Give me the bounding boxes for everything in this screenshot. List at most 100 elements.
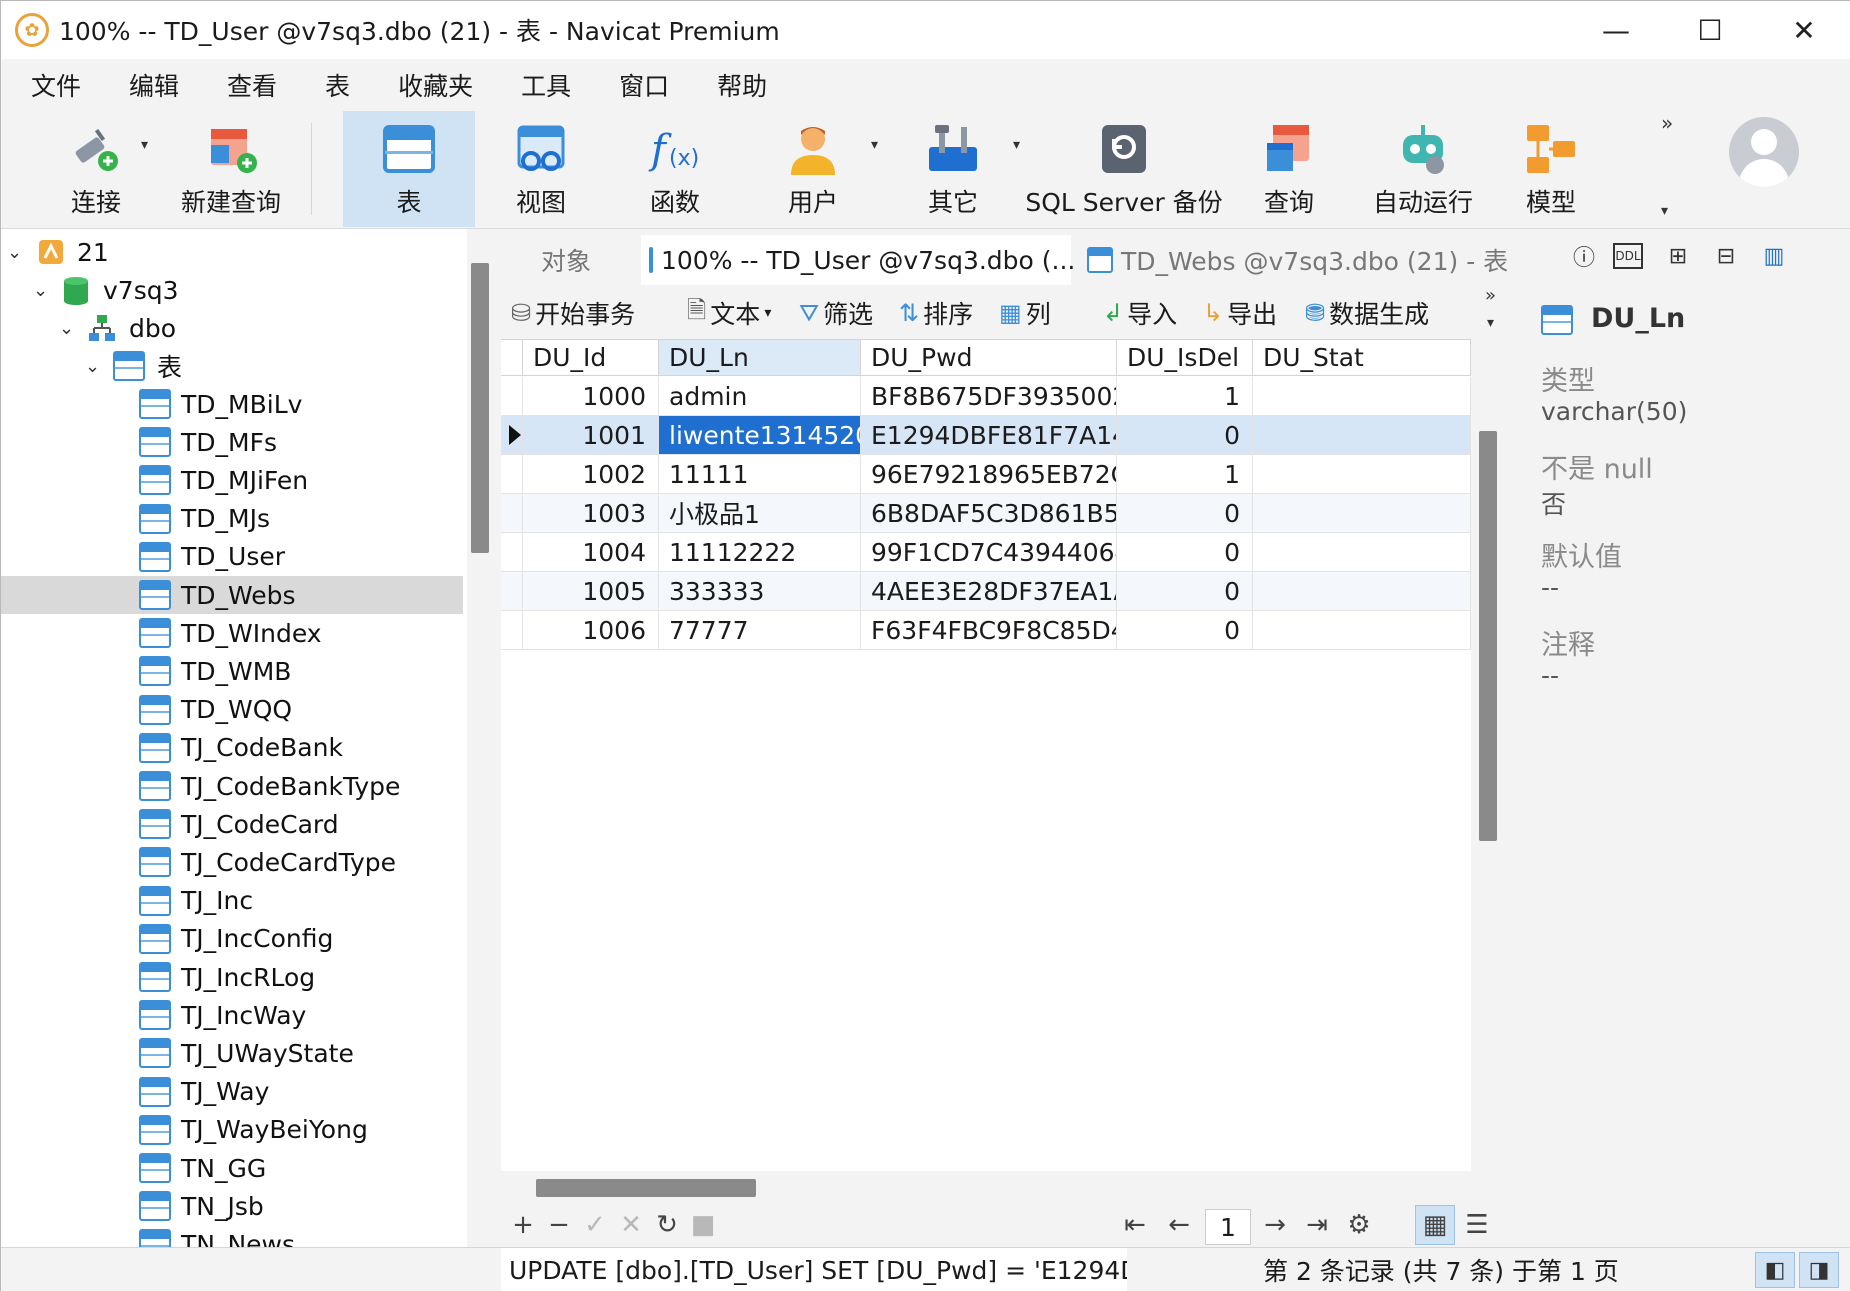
menu-file[interactable]: 文件 [13,67,99,103]
cancel-icon[interactable]: ✕ [613,1207,649,1243]
tree-table-item[interactable]: TN_News [1,1225,463,1247]
tree-table-item[interactable]: TD_MJiFen [1,461,463,499]
column-header[interactable]: DU_Stat [1253,340,1471,376]
table-cell[interactable]: 6B8DAF5C3D861B5A64D [861,494,1117,532]
row-selector[interactable] [501,377,523,415]
view-button[interactable]: 视图 [485,111,597,227]
tree-table-item[interactable]: TJ_CodeBank [1,729,463,767]
tree-table-item[interactable]: TN_GG [1,1149,463,1187]
field-info-icon[interactable]: ▥ [1757,239,1791,273]
table-cell[interactable]: 333333 [659,572,861,610]
table-cell[interactable]: 11112222 [659,533,861,571]
table-cell[interactable] [1253,377,1471,415]
tree-table-item[interactable]: TJ_Way [1,1073,463,1111]
menu-favorites[interactable]: 收藏夹 [380,67,491,103]
grid-vertical-scrollbar[interactable] [1479,431,1497,841]
table-cell[interactable]: BF8B675DF39350022187 [861,377,1117,415]
data-generation-button[interactable]: ⛃ 数据生成 [1305,295,1429,331]
chevron-down-icon[interactable]: ⌄ [85,356,100,377]
user-button[interactable]: 用户 ▾ [753,111,878,227]
tree-database[interactable]: ⌄ v7sq3 [1,271,463,309]
dependency-icon[interactable]: ⊟ [1709,239,1743,273]
connect-button[interactable]: 连接 ▾ [31,111,161,227]
query-button[interactable]: 查询 [1237,111,1341,227]
tree-table-item[interactable]: TJ_WayBeiYong [1,1111,463,1149]
tree-table-item[interactable]: TD_WIndex [1,614,463,652]
chevron-down-icon[interactable]: ▾ [764,305,771,321]
info-icon[interactable]: ⓘ [1567,239,1601,273]
table-cell[interactable]: 1004 [523,533,659,571]
table-cell[interactable] [1253,572,1471,610]
table-cell[interactable]: 1003 [523,494,659,532]
add-record-icon[interactable]: + [505,1207,541,1243]
stop-icon[interactable]: ■ [685,1207,721,1243]
table-cell[interactable]: admin [659,377,861,415]
page-number-field[interactable]: 1 [1205,1209,1251,1245]
prev-page-icon[interactable]: ← [1161,1207,1197,1243]
table-cell[interactable]: 1002 [523,455,659,493]
minimize-icon[interactable]: — [1569,1,1663,59]
table-button[interactable]: 表 [343,111,475,227]
column-header[interactable]: DU_Pwd [861,340,1117,376]
tree-table-item[interactable]: TD_MBiLv [1,385,463,423]
menu-edit[interactable]: 编辑 [111,67,197,103]
table-cell[interactable]: liwente1314520 [659,416,861,454]
grid-horizontal-scrollbar[interactable] [536,1179,756,1197]
tree-table-item[interactable]: TJ_IncWay [1,996,463,1034]
tree-table-item[interactable]: TN_Jsb [1,1187,463,1225]
auto-run-button[interactable]: 自动运行 [1363,111,1483,227]
tree-table-item[interactable]: TJ_IncConfig [1,920,463,958]
table-cell[interactable]: 96E79218965EB72C92A5 [861,455,1117,493]
tab-td-user[interactable]: 100% -- TD_User @v7sq3.dbo (... [641,235,1075,285]
table-cell[interactable] [1253,611,1471,649]
new-query-button[interactable]: 新建查询 [156,111,306,227]
avatar[interactable] [1729,117,1799,187]
ddl-icon[interactable]: DDL [1613,243,1643,269]
row-selector[interactable] [501,416,523,454]
sort-button[interactable]: ⇅ 排序 [899,295,973,331]
table-cell[interactable]: 0 [1117,416,1253,454]
table-cell[interactable]: 1 [1117,377,1253,415]
menu-help[interactable]: 帮助 [699,67,785,103]
table-cell[interactable]: 1000 [523,377,659,415]
grid-view-icon[interactable]: ▦ [1415,1205,1455,1245]
import-button[interactable]: ↲ 导入 [1103,295,1177,331]
tree-table-item[interactable]: TD_WMB [1,652,463,690]
other-button[interactable]: 其它 ▾ [897,111,1020,227]
table-row[interactable]: 100677777F63F4FBC9F8C85D409F20 [501,611,1471,650]
delete-record-icon[interactable]: − [541,1207,577,1243]
tab-td-webs[interactable]: TD_Webs @v7sq3.dbo (21) - 表 [1079,235,1509,285]
table-row[interactable]: 1003小极品16B8DAF5C3D861B5A64D0 [501,494,1471,533]
tab-objects[interactable]: 对象 [541,235,651,285]
table-cell[interactable]: 1006 [523,611,659,649]
chevron-down-icon[interactable]: ▾ [1013,137,1020,153]
tree-table-item[interactable]: TJ_CodeCardType [1,843,463,881]
close-icon[interactable]: ✕ [1757,1,1850,59]
table-cell[interactable]: 77777 [659,611,861,649]
row-selector[interactable] [501,533,523,571]
table-cell[interactable]: 0 [1117,611,1253,649]
tree-table-item[interactable]: TD_MFs [1,423,463,461]
tree-table-item[interactable]: TJ_CodeBankType [1,767,463,805]
table-cell[interactable]: 小极品1 [659,494,861,532]
table-cell[interactable] [1253,455,1471,493]
tree-tables-folder[interactable]: ⌄ 表 [1,347,463,385]
tree-table-item[interactable]: TJ_CodeCard [1,805,463,843]
last-page-icon[interactable]: ⇥ [1299,1207,1335,1243]
text-button[interactable]: 🗎 文本 ▾ [687,295,771,331]
table-row[interactable]: 10021111196E79218965EB72C92A51 [501,455,1471,494]
first-page-icon[interactable]: ⇤ [1117,1207,1153,1243]
chevron-down-icon[interactable]: ▾ [1487,315,1494,331]
row-selector[interactable] [501,572,523,610]
table-cell[interactable]: E1294DBFE81F7A141DDI [861,416,1117,454]
table-row[interactable]: 10053333334AEE3E28DF37EA1AF64E0 [501,572,1471,611]
menu-table[interactable]: 表 [307,67,368,103]
table-cell[interactable] [1253,416,1471,454]
function-button[interactable]: f (x) 函数 [619,111,731,227]
table-cell[interactable] [1253,533,1471,571]
table-row[interactable]: 10041111222299F1CD7C4394406498A80 [501,533,1471,572]
row-selector[interactable] [501,611,523,649]
table-cell[interactable]: 1001 [523,416,659,454]
table-row[interactable]: 1001liwente1314520E1294DBFE81F7A141DDI0 [501,416,1471,455]
chevron-down-icon[interactable]: ⌄ [59,318,74,339]
